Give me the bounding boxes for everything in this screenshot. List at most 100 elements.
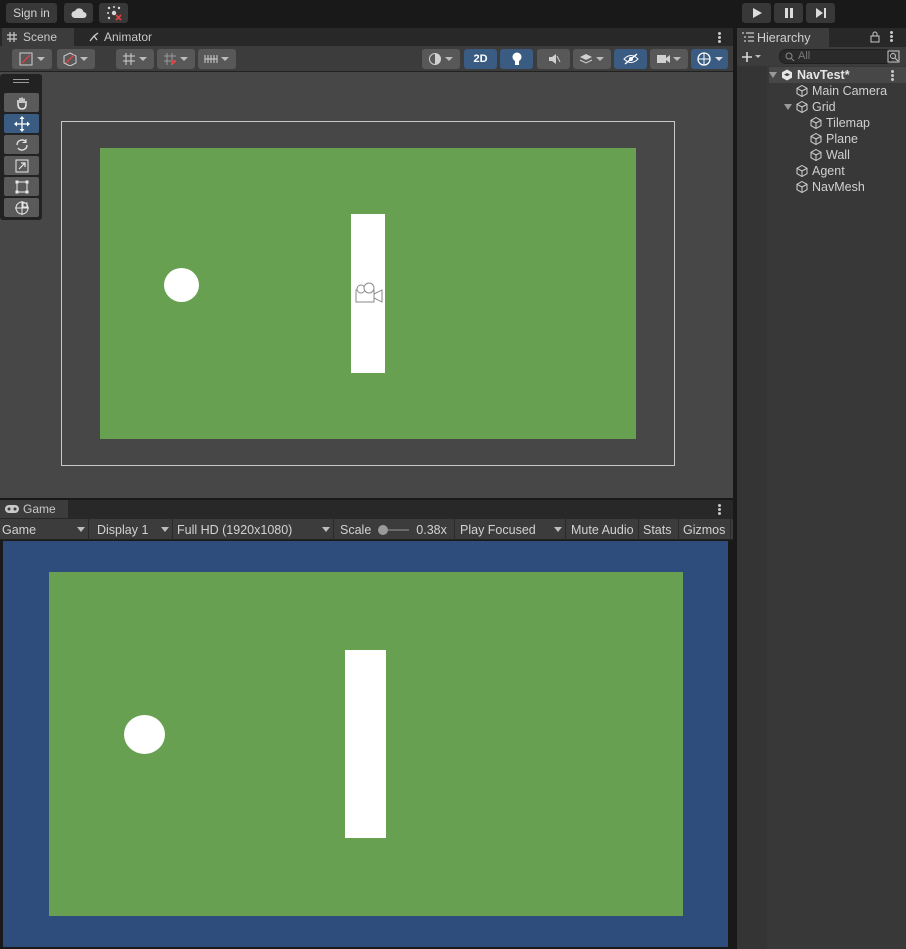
collab-icon bbox=[106, 6, 122, 21]
hierarchy-item-label: Plane bbox=[826, 132, 858, 146]
hierarchy-search-input[interactable]: All bbox=[779, 49, 892, 64]
move-tool-button[interactable] bbox=[4, 114, 39, 133]
hand-tool-icon bbox=[16, 97, 27, 110]
tool-palette bbox=[0, 74, 42, 220]
gameobject-cube-icon bbox=[810, 117, 822, 129]
rotate-tool-icon bbox=[15, 138, 28, 151]
game-view-select[interactable]: Game bbox=[0, 519, 89, 540]
stats-toggle[interactable]: Stats bbox=[639, 519, 679, 540]
search-icon bbox=[785, 52, 795, 62]
hierarchy-item-main-camera[interactable]: Main Camera bbox=[796, 83, 887, 99]
gizmo-globe-icon bbox=[696, 52, 723, 66]
snap-settings-dropdown[interactable] bbox=[157, 49, 195, 69]
tab-hierarchy[interactable]: Hierarchy bbox=[737, 28, 829, 47]
mode-2d-toggle[interactable]: 2D bbox=[464, 49, 497, 69]
step-button[interactable] bbox=[806, 3, 835, 23]
display-select[interactable]: Display 1 bbox=[89, 519, 173, 540]
transform-tool-button[interactable] bbox=[4, 198, 39, 217]
hierarchy-item-label: Main Camera bbox=[812, 84, 888, 98]
hierarchy-item-agent[interactable]: Agent bbox=[796, 163, 845, 179]
palette-grip-line bbox=[13, 82, 29, 83]
collab-button[interactable] bbox=[99, 3, 128, 23]
gameobject-cube-icon bbox=[810, 149, 822, 161]
hierarchy-tab-bar: Hierarchy bbox=[737, 28, 906, 47]
play-mode-select[interactable]: Play Focused bbox=[455, 519, 566, 540]
effects-dropdown[interactable] bbox=[573, 49, 611, 69]
search-placeholder: All bbox=[798, 50, 811, 62]
camera-settings-dropdown[interactable] bbox=[650, 49, 688, 69]
hierarchy-item-grid[interactable]: Grid bbox=[784, 99, 836, 115]
scene-agent[interactable] bbox=[164, 268, 199, 302]
grid-icon bbox=[7, 32, 17, 42]
gamepad-icon bbox=[5, 505, 19, 513]
pause-icon bbox=[784, 8, 793, 18]
scene-options-kebab-icon[interactable] bbox=[891, 70, 894, 81]
tab-scene-label: Scene bbox=[23, 30, 58, 44]
tab-game-label: Game bbox=[23, 502, 56, 516]
resolution-select[interactable]: Full HD (1920x1080) bbox=[173, 519, 334, 540]
chevron-down-icon bbox=[322, 527, 330, 532]
scene-kebab-menu-icon[interactable] bbox=[718, 32, 721, 43]
visibility-toggle[interactable] bbox=[614, 49, 647, 69]
search-by-type-icon[interactable] bbox=[887, 50, 900, 63]
hierarchy-kebab-menu-icon[interactable] bbox=[890, 31, 893, 42]
expand-arrow-icon[interactable] bbox=[769, 72, 777, 78]
cloud-button[interactable] bbox=[64, 3, 93, 23]
hidden-eye-icon bbox=[622, 53, 639, 65]
increment-snap-dropdown[interactable] bbox=[198, 49, 236, 69]
game-view[interactable] bbox=[3, 541, 728, 947]
add-object-button[interactable] bbox=[741, 49, 767, 64]
mute-audio-toggle[interactable]: Mute Audio bbox=[566, 519, 639, 540]
game-toolbar: Game Display 1 Full HD (1920x1080) Scale… bbox=[0, 519, 733, 540]
chevron-down-icon bbox=[161, 527, 169, 532]
overlays-dropdown[interactable] bbox=[422, 49, 460, 69]
play-button[interactable] bbox=[742, 3, 771, 23]
game-kebab-menu-icon[interactable] bbox=[718, 504, 721, 515]
gameobject-cube-icon bbox=[796, 85, 808, 97]
camera-icon bbox=[657, 55, 681, 63]
scene-tab-bar: Scene Animator bbox=[0, 28, 733, 46]
sign-in-button[interactable]: Sign in bbox=[6, 3, 57, 23]
gameobject-cube-icon bbox=[796, 101, 808, 113]
gizmos-toggle[interactable]: Gizmos bbox=[679, 519, 731, 540]
hand-tool-button[interactable] bbox=[4, 93, 39, 112]
cloud-icon bbox=[71, 8, 86, 18]
hierarchy-item-navtest[interactable]: NavTest* bbox=[769, 67, 906, 83]
tab-scene[interactable]: Scene bbox=[2, 28, 74, 46]
expand-arrow-icon[interactable] bbox=[784, 104, 792, 110]
lighting-toggle[interactable] bbox=[500, 49, 533, 69]
pause-button[interactable] bbox=[774, 3, 803, 23]
grid-snap-dropdown[interactable] bbox=[116, 49, 154, 69]
chevron-down-icon bbox=[77, 527, 85, 532]
rotate-tool-button[interactable] bbox=[4, 135, 39, 154]
hierarchy-item-wall[interactable]: Wall bbox=[810, 147, 850, 163]
scale-slider[interactable] bbox=[378, 524, 410, 535]
draw-mode-dropdown[interactable] bbox=[12, 49, 52, 69]
palette-grip[interactable] bbox=[13, 79, 29, 80]
draw-mode-icon bbox=[19, 52, 45, 66]
scale-tool-button[interactable] bbox=[4, 156, 39, 175]
display-select-value: Display 1 bbox=[97, 522, 149, 537]
hierarchy-item-tilemap[interactable]: Tilemap bbox=[810, 115, 870, 131]
shading-dropdown[interactable] bbox=[57, 49, 95, 69]
lock-icon[interactable] bbox=[870, 31, 880, 43]
tab-animator[interactable]: Animator bbox=[84, 28, 164, 46]
game-view-select-value: Game bbox=[2, 522, 37, 537]
gameobject-cube-icon bbox=[796, 165, 808, 177]
gizmos-dropdown[interactable] bbox=[691, 49, 728, 69]
scene-view[interactable] bbox=[0, 72, 733, 498]
tab-game[interactable]: Game bbox=[0, 500, 68, 518]
game-agent bbox=[124, 715, 165, 754]
move-tool-icon bbox=[13, 115, 30, 132]
hierarchy-item-label: NavTest* bbox=[797, 68, 850, 82]
game-wall bbox=[345, 650, 386, 838]
hierarchy-item-plane[interactable]: Plane bbox=[810, 131, 858, 147]
scale-slider-thumb[interactable] bbox=[378, 524, 389, 535]
increment-snap-icon bbox=[204, 55, 229, 63]
camera-gizmo-icon[interactable] bbox=[352, 282, 384, 306]
hierarchy-item-navmesh[interactable]: NavMesh bbox=[796, 179, 865, 195]
gameobject-cube-icon bbox=[810, 133, 822, 145]
scale-label: Scale bbox=[340, 522, 372, 537]
audio-toggle[interactable] bbox=[537, 49, 570, 69]
rect-tool-button[interactable] bbox=[4, 177, 39, 196]
